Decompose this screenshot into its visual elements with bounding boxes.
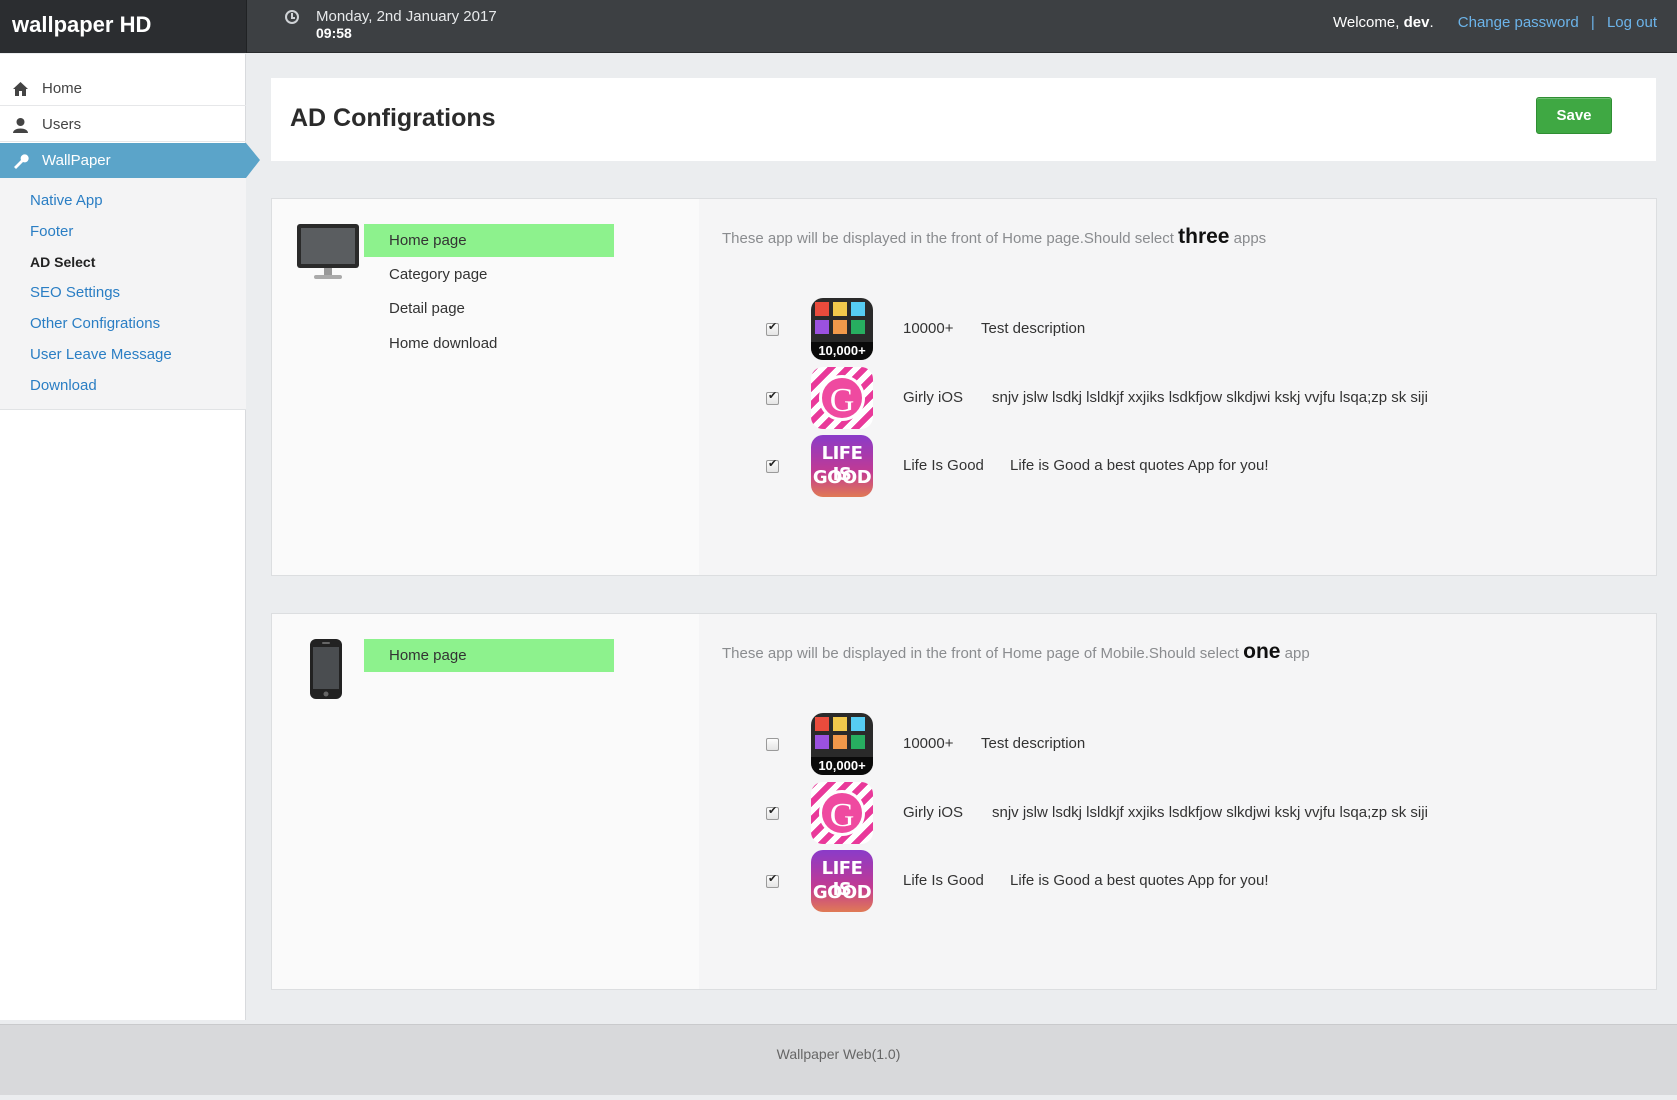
link-separator: |: [1590, 14, 1595, 31]
app-icon-line2: GOOD: [812, 467, 872, 488]
tab-home-page[interactable]: Home page: [364, 639, 614, 672]
submenu-seo-settings[interactable]: SEO Settings: [30, 284, 120, 301]
app-checkbox[interactable]: [766, 457, 779, 473]
logout-link[interactable]: Log out: [1607, 14, 1657, 31]
sidebar-item-label: Home: [42, 80, 83, 97]
app-row: 10,000+ 10000+ Test description: [272, 713, 1231, 777]
top-bar: wallpaper HD Monday, 2nd January 2017 09…: [0, 0, 1677, 53]
user-menu: Welcome, dev. Change password | Log out: [1333, 14, 1657, 31]
app-name: Life Is Good: [903, 457, 984, 474]
page-header: AD Configrations Save: [271, 78, 1656, 161]
app-description: snjv jslw lsdkj lsldkjf xxjiks lsdkfjow …: [992, 389, 1428, 406]
submenu-native-app[interactable]: Native App: [30, 192, 103, 209]
tab-home-page[interactable]: Home page: [364, 224, 614, 257]
submenu-footer[interactable]: Footer: [30, 223, 73, 240]
home-icon: [13, 82, 28, 96]
clock-icon: [285, 10, 299, 24]
app-name: Girly iOS: [903, 389, 963, 406]
app-description: snjv jslw lsdkj lsldkjf xxjiks lsdkfjow …: [992, 804, 1428, 821]
app-row: LIFE IS GOOD Life Is Good Life is Good a…: [272, 850, 1269, 914]
mobile-instructions: These app will be displayed in the front…: [722, 640, 1310, 663]
app-description: Test description: [981, 735, 1086, 752]
app-name: 10000+: [903, 735, 954, 752]
girly-app-icon: G: [811, 367, 873, 429]
welcome-text: Welcome, dev.: [1332, 14, 1434, 31]
app-checkbox[interactable]: [766, 320, 779, 336]
app-checkbox[interactable]: [766, 738, 779, 751]
change-password-link[interactable]: Change password: [1458, 14, 1579, 31]
app-icon-glyph: G: [829, 382, 855, 419]
app-title[interactable]: wallpaper HD: [0, 0, 247, 53]
save-button[interactable]: Save: [1536, 97, 1612, 134]
sidebar-item-users[interactable]: Users: [0, 107, 246, 142]
footer-text: Wallpaper Web(1.0): [776, 1046, 901, 1062]
app-badge: 10,000+: [811, 757, 873, 775]
username: dev: [1403, 14, 1430, 31]
date-text: Monday, 2nd January 2017: [316, 8, 497, 25]
sidebar-item-wallpaper[interactable]: WallPaper: [0, 143, 260, 178]
page-title: AD Configrations: [290, 104, 496, 132]
required-count: one: [1243, 640, 1281, 663]
app-description: Life is Good a best quotes App for you!: [1010, 457, 1269, 474]
app-row: LIFE IS GOOD Life Is Good Life is Good a…: [272, 435, 1269, 499]
submenu-ad-select[interactable]: AD Select: [30, 254, 95, 270]
desktop-ad-panel: Home page Category page Detail page Home…: [271, 198, 1657, 576]
girly-app-icon: G: [811, 782, 873, 844]
app-row: G Girly iOS snjv jslw lsdkj lsldkjf xxji…: [272, 782, 1428, 846]
required-count: three: [1178, 225, 1230, 248]
app-row: G Girly iOS snjv jslw lsdkj lsldkjf xxji…: [272, 367, 1428, 431]
tab-category-page[interactable]: Category page: [364, 258, 614, 291]
10000-app-icon: 10,000+: [811, 713, 873, 775]
app-icon-line2: GOOD: [812, 882, 872, 903]
10000-app-icon: 10,000+: [811, 298, 873, 360]
life-is-good-app-icon: LIFE IS GOOD: [811, 850, 873, 912]
wrench-icon: [14, 154, 29, 169]
footer: Wallpaper Web(1.0): [0, 1024, 1677, 1095]
app-checkbox[interactable]: [766, 389, 779, 405]
desktop-instructions: These app will be displayed in the front…: [722, 225, 1267, 248]
sidebar-item-label: WallPaper: [42, 152, 111, 169]
user-icon: [13, 118, 28, 133]
desktop-monitor-icon: [297, 224, 359, 279]
app-description: Life is Good a best quotes App for you!: [1010, 872, 1269, 889]
mobile-ad-panel: Home page These app will be displayed in…: [271, 613, 1657, 990]
app-row: 10,000+ 10000+ Test description: [272, 298, 1231, 362]
app-description: Test description: [981, 320, 1086, 337]
submenu-download[interactable]: Download: [30, 377, 97, 394]
app-icon-glyph: G: [829, 797, 855, 834]
sidebar-item-label: Users: [42, 116, 82, 133]
sidebar: Home Users WallPaper Native App Footer A…: [0, 54, 260, 1020]
submenu-other-configrations[interactable]: Other Configrations: [30, 315, 160, 332]
submenu-user-leave-message[interactable]: User Leave Message: [30, 346, 172, 363]
time-text: 09:58: [316, 25, 352, 41]
app-checkbox[interactable]: [766, 804, 779, 820]
app-badge: 10,000+: [811, 342, 873, 360]
app-name: Life Is Good: [903, 872, 984, 889]
life-is-good-app-icon: LIFE IS GOOD: [811, 435, 873, 497]
app-name: Girly iOS: [903, 804, 963, 821]
app-name: 10000+: [903, 320, 954, 337]
sidebar-item-home[interactable]: Home: [0, 71, 246, 106]
mobile-phone-icon: [310, 639, 342, 699]
app-checkbox[interactable]: [766, 872, 779, 888]
